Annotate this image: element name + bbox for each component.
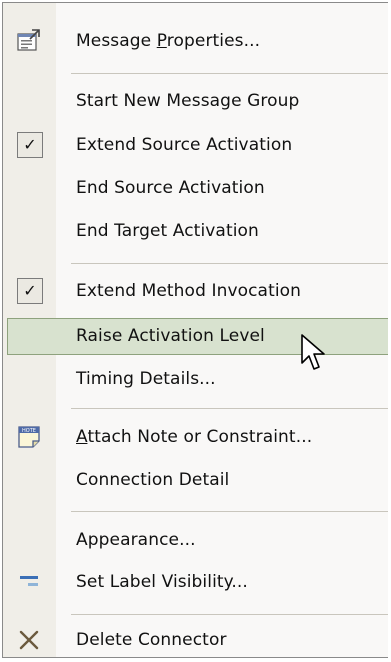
note-icon-text: HOTE	[22, 428, 36, 434]
menu-item-label: Connection Detail	[76, 470, 230, 490]
check-icon: ✓	[17, 132, 43, 158]
menu-item-label: Message Properties...	[76, 31, 261, 51]
check-icon: ✓	[17, 278, 43, 304]
menu-item-label: Attach Note or Constraint...	[76, 427, 313, 447]
menu-item-end-source-activation[interactable]: End Source Activation	[3, 166, 388, 210]
menu-item-label: Extend Source Activation	[76, 135, 293, 155]
context-menu: Message Properties... Start New Message …	[2, 2, 388, 658]
properties-icon	[16, 28, 42, 54]
menu-item-label: Start New Message Group	[76, 91, 300, 111]
menu-item-raise-activation-level[interactable]: Raise Activation Level	[3, 314, 388, 358]
menu-item-timing-details[interactable]: Timing Details...	[3, 357, 388, 401]
menu-separator	[71, 511, 388, 512]
menu-separator	[71, 408, 388, 409]
menu-separator	[71, 73, 388, 74]
menu-item-label: Set Label Visibility...	[76, 572, 248, 592]
menu-item-extend-method-invocation[interactable]: ✓ Extend Method Invocation	[3, 269, 388, 313]
menu-item-label: Delete Connector	[76, 630, 227, 650]
menu-item-connection-detail[interactable]: Connection Detail	[3, 458, 388, 502]
menu-item-label: Extend Method Invocation	[76, 281, 302, 301]
menu-item-label: End Source Activation	[76, 178, 265, 198]
menu-item-appearance[interactable]: Appearance...	[3, 518, 388, 562]
menu-item-start-new-message-group[interactable]: Start New Message Group	[3, 79, 388, 123]
menu-separator	[71, 263, 388, 264]
menu-item-attach-note[interactable]: HOTE Attach Note or Constraint...	[3, 415, 388, 459]
menu-item-label: Appearance...	[76, 530, 196, 550]
menu-item-label: End Target Activation	[76, 221, 259, 241]
note-icon: HOTE	[16, 424, 42, 450]
menu-item-end-target-activation[interactable]: End Target Activation	[3, 209, 388, 253]
menu-separator	[71, 614, 388, 615]
menu-item-label: Raise Activation Level	[76, 326, 265, 346]
menu-item-message-properties[interactable]: Message Properties...	[3, 19, 388, 63]
menu-item-extend-source-activation[interactable]: ✓ Extend Source Activation	[3, 123, 388, 167]
menu-item-label: Timing Details...	[76, 369, 216, 389]
label-visibility-icon	[16, 569, 42, 595]
menu-item-delete-connector[interactable]: Delete Connector	[3, 618, 388, 662]
menu-item-set-label-visibility[interactable]: Set Label Visibility...	[3, 560, 388, 604]
delete-icon	[16, 627, 42, 653]
mouse-cursor-icon	[301, 334, 325, 370]
